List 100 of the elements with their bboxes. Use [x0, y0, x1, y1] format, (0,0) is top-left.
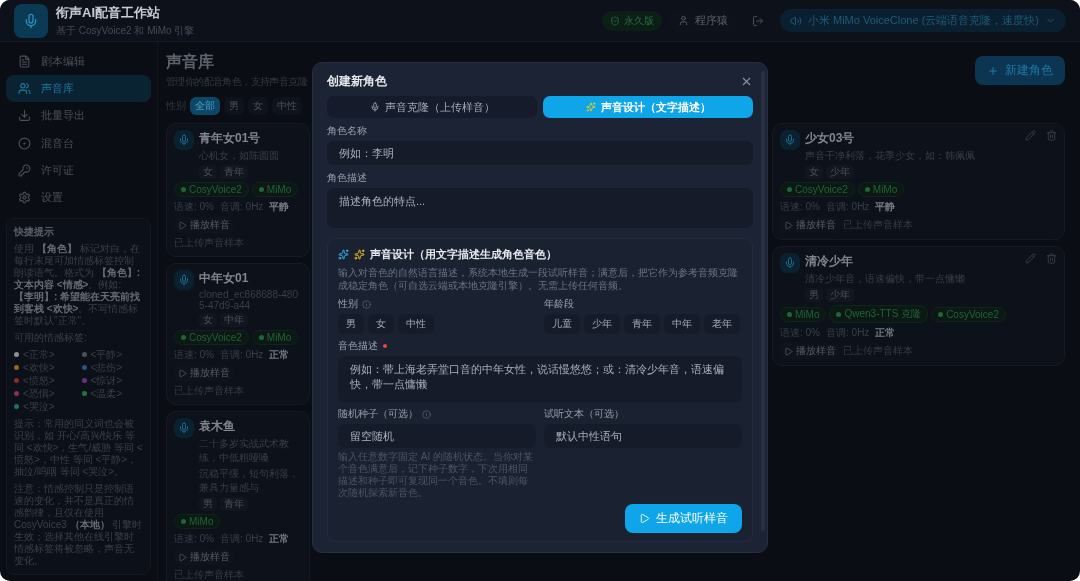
- tips-title: 快捷提示: [14, 225, 55, 238]
- download-icon: [18, 109, 31, 123]
- user-icon: [677, 15, 689, 26]
- mic-icon: [780, 253, 800, 273]
- field-label: 年龄段: [544, 297, 575, 311]
- sidebar-item[interactable]: 混音台: [6, 130, 151, 157]
- sidebar-item[interactable]: 剧本编辑: [6, 48, 151, 75]
- emotion-text: 平静: [269, 200, 290, 214]
- engine-badge: MiMo: [251, 330, 299, 345]
- key-icon: [18, 163, 31, 177]
- edit-icon[interactable]: [1025, 253, 1036, 264]
- settings-icon: [18, 191, 31, 205]
- mode-tab[interactable]: 声音设计（文字描述）: [543, 96, 753, 118]
- delete-icon[interactable]: [1046, 253, 1057, 264]
- status-dot: [836, 311, 842, 317]
- mode-tab[interactable]: 声音克隆（上传样音）: [327, 96, 537, 118]
- field-label: 性别: [338, 297, 358, 311]
- play-icon: [178, 220, 187, 230]
- play-icon: [178, 552, 187, 562]
- app-logo-icon: [14, 3, 48, 38]
- emotion-text: 正常: [875, 326, 896, 340]
- status-dot: [787, 187, 792, 192]
- emotion-text: 正常: [269, 532, 290, 546]
- status-dot: [258, 335, 264, 340]
- shield-icon: [609, 15, 620, 26]
- edit-icon[interactable]: [1025, 130, 1036, 141]
- status-dot: [181, 187, 186, 192]
- mic-icon: [369, 102, 380, 112]
- engine-badge: CosyVoice2: [174, 182, 249, 197]
- mic-icon: [780, 130, 800, 150]
- new-role-button[interactable]: 新建角色: [975, 56, 1065, 85]
- description-field[interactable]: 描述角色的特点...: [327, 188, 753, 228]
- voice-name: 清冷少年: [805, 253, 854, 270]
- sparkles-icon: [585, 102, 596, 112]
- info-icon[interactable]: [422, 409, 431, 419]
- license-badge: 永久版: [601, 10, 662, 31]
- age-chip[interactable]: 老年: [704, 314, 740, 334]
- filter-chip[interactable]: 女: [248, 97, 268, 115]
- page-title: 声音库: [166, 52, 215, 72]
- age-chip[interactable]: 儿童: [544, 314, 580, 334]
- emotion-text: 正常: [269, 348, 290, 362]
- seed-field[interactable]: 留空随机: [338, 424, 536, 448]
- mic-icon: [174, 270, 194, 290]
- voice-name: 袁木鱼: [199, 418, 236, 435]
- name-field[interactable]: 例如：李明: [327, 141, 753, 165]
- engine-badge: MiMo: [857, 182, 905, 197]
- gender-chip[interactable]: 男: [338, 314, 364, 334]
- age-chip[interactable]: 中年: [664, 314, 700, 334]
- voice-name: 中年女01: [199, 270, 250, 287]
- filter-chip[interactable]: 全部: [190, 97, 220, 115]
- gender-chip[interactable]: 中性: [398, 314, 434, 334]
- sidebar-item[interactable]: 声音库: [6, 75, 151, 102]
- sidebar-item[interactable]: 许可证: [6, 157, 151, 184]
- play-icon: [639, 513, 650, 524]
- circle-dot-icon: [18, 136, 31, 150]
- delete-icon[interactable]: [1046, 130, 1057, 141]
- generate-button[interactable]: 生成试听样音: [625, 504, 742, 533]
- engine-badge: MiMo: [780, 306, 827, 322]
- panel-title: 声音设计（用文字描述生成角色音色）: [370, 247, 557, 262]
- age-chip[interactable]: 少年: [584, 314, 620, 334]
- engine-badge: CosyVoice2: [174, 330, 249, 345]
- status-dot: [181, 519, 186, 524]
- app-title: 衔声AI配音工作站: [56, 3, 161, 22]
- engine-badge: Qwen3-TTS 克隆: [829, 305, 929, 323]
- engine-badge: CosyVoice2: [780, 182, 855, 197]
- status-dot: [864, 187, 870, 192]
- engine-badge: MiMo: [174, 514, 221, 529]
- field-label: 随机种子（可选）: [338, 407, 418, 421]
- mic-icon: [174, 418, 194, 438]
- sidebar-item[interactable]: 设置: [6, 184, 151, 211]
- voice-name: 青年女01号: [199, 130, 262, 147]
- status-dot: [787, 311, 792, 317]
- engine-badge: CosyVoice2: [931, 306, 1006, 322]
- engine-badge: MiMo: [251, 182, 299, 197]
- timbre-field[interactable]: 例如：带上海老弄堂口音的中年女性，说话慢悠悠；或：清冷少年音，语速偏快，带一点慵懒: [338, 356, 742, 402]
- emotion-text: 平静: [875, 200, 896, 214]
- sparkles-icon: [338, 249, 349, 260]
- field-label: 角色名称: [327, 124, 368, 138]
- engine-select[interactable]: 小米 MiMo VoiceClone (云端语音克隆，速度快): [779, 9, 1066, 32]
- play-icon: [784, 220, 793, 230]
- plus-icon: [987, 64, 999, 77]
- status-dot: [258, 187, 264, 192]
- users-icon: [18, 82, 31, 95]
- age-chip[interactable]: 青年: [624, 314, 660, 334]
- status-dot: [938, 311, 944, 317]
- play-icon: [784, 346, 793, 356]
- dialog-title: 创建新角色: [327, 73, 387, 90]
- sparkles-icon: [354, 249, 365, 260]
- gender-chip[interactable]: 女: [368, 314, 394, 334]
- preview-text-field[interactable]: 默认中性语句: [544, 424, 742, 448]
- status-dot: [181, 335, 186, 340]
- field-label: 音色描述: [338, 339, 378, 353]
- field-label: 试听文本（可选）: [544, 407, 625, 421]
- info-icon[interactable]: [362, 299, 371, 309]
- play-icon: [178, 368, 187, 378]
- speaker-icon: [789, 14, 802, 27]
- mic-icon: [174, 130, 194, 150]
- close-icon[interactable]: [740, 75, 753, 88]
- logout-icon[interactable]: [751, 14, 764, 27]
- field-label: 角色描述: [327, 171, 368, 185]
